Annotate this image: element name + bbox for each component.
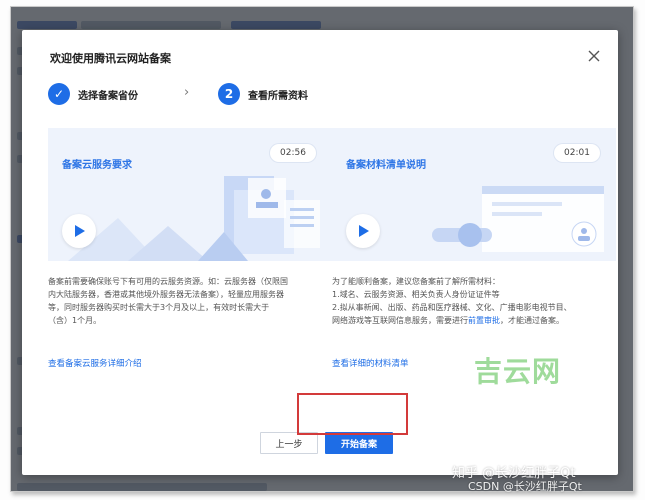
- step-indicator: ✓ 选择备案省份 › 2 查看所需资料: [48, 82, 348, 108]
- step-label: 查看所需资料: [248, 90, 308, 102]
- site-watermark: 吉云网: [474, 355, 562, 388]
- csdn-watermark: CSDN @长沙红胖子Qt: [468, 480, 582, 493]
- step-select-province: ✓ 选择备案省份: [48, 82, 138, 106]
- chevron-right-icon: ›: [184, 85, 190, 100]
- card-title: 备案材料清单说明: [346, 160, 426, 171]
- video-card-service-requirements[interactable]: 备案云服务要求 02:56: [48, 128, 332, 261]
- card-title: 备案云服务要求: [62, 160, 132, 171]
- step-number: 2: [218, 83, 240, 105]
- play-icon[interactable]: [346, 214, 380, 248]
- screenshot-frame: 欢迎使用腾讯云网站备案 ✓ 选择备案省份 › 2 查看所需资料 备案云服务要求 …: [0, 0, 645, 500]
- materials-description: 为了能顺利备案，建议您备案前了解所需材料： 1.域名、云服务资源、相关负责人身份…: [332, 277, 572, 325]
- materials-list-link[interactable]: 查看详细的材料清单: [332, 357, 409, 369]
- play-icon[interactable]: [62, 214, 96, 248]
- check-icon: ✓: [48, 83, 70, 105]
- service-details-link[interactable]: 查看备案云服务详细介绍: [48, 357, 142, 369]
- annotation-highlight-box: [297, 393, 408, 435]
- pre-approval-link[interactable]: 前置审批: [468, 316, 500, 325]
- start-filing-button[interactable]: 开始备案: [325, 432, 393, 454]
- step-view-materials: 2 查看所需资料: [218, 82, 308, 106]
- service-requirements-description: 备案前需要确保账号下有可用的云服务资源。如：云服务器（仅限国 内大陆服务器，香港…: [48, 277, 288, 325]
- previous-step-button[interactable]: 上一步: [260, 432, 318, 454]
- step-label: 选择备案省份: [78, 90, 138, 102]
- video-duration: 02:56: [270, 144, 316, 162]
- close-icon[interactable]: [586, 48, 602, 64]
- video-card-materials-list[interactable]: 备案材料清单说明 02:01: [332, 128, 616, 261]
- video-duration: 02:01: [554, 144, 600, 162]
- dialog-title: 欢迎使用腾讯云网站备案: [50, 52, 171, 65]
